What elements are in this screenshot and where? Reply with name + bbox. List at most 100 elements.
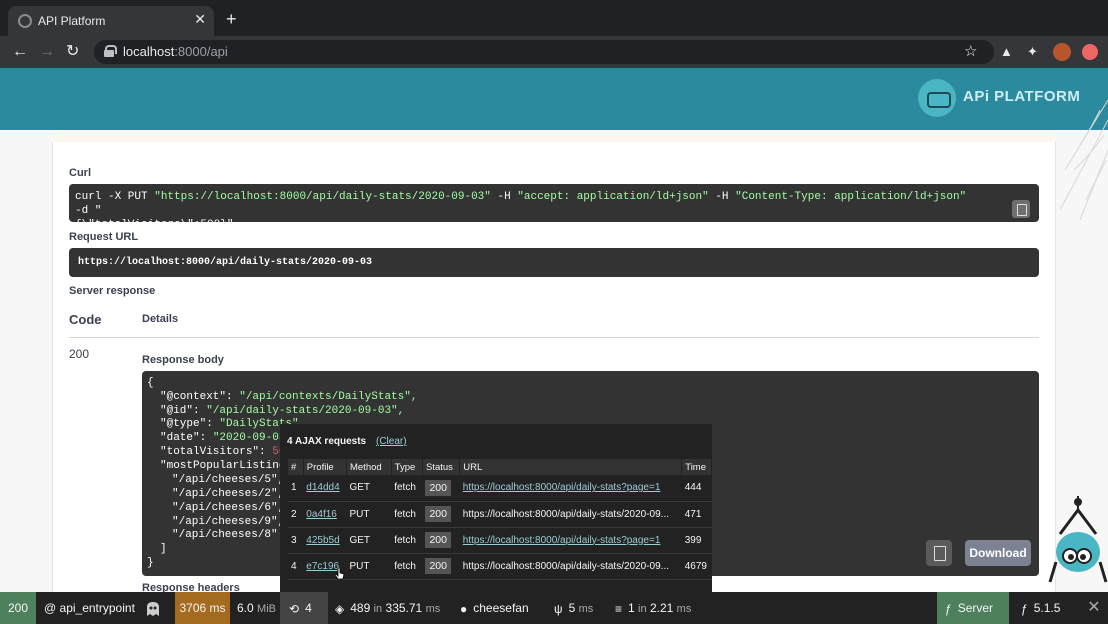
- bookmark-star-icon[interactable]: ☆: [964, 42, 977, 60]
- toolbar-server[interactable]: ƒ Server: [937, 592, 1009, 624]
- copy-response-icon[interactable]: [926, 540, 952, 566]
- toolbar-memory[interactable]: 6.0 MiB: [237, 592, 276, 624]
- status-badge: 200: [425, 479, 451, 496]
- row-method: PUT: [346, 501, 392, 528]
- profile-avatar-icon[interactable]: [1053, 43, 1071, 61]
- close-tab-icon[interactable]: ✕: [194, 11, 206, 28]
- ajax-table-header-row: # Profile Method Type Status URL Time: [288, 459, 712, 475]
- back-icon[interactable]: ←: [12, 42, 28, 62]
- ajax-request-row: 2 0a4f16 PUT fetch 200 https://localhost…: [288, 501, 712, 528]
- toolbar-database[interactable]: ◈ 489 in 335.71 ms: [335, 592, 440, 624]
- col-status: Status: [422, 459, 461, 475]
- json-array-item: "/api/cheeses/9",: [172, 516, 285, 528]
- col-profile: Profile: [303, 459, 347, 475]
- ajax-requests-table: # Profile Method Type Status URL Time 1 …: [288, 459, 712, 580]
- request-url-link[interactable]: https://localhost:8000/api/daily-stats?p…: [463, 482, 661, 493]
- ajax-request-row: 4 e7c196 PUT fetch 200 https://localhost…: [288, 553, 712, 580]
- toolbar-twig[interactable]: ψ5 ms: [554, 592, 593, 624]
- row-time: 4679: [681, 553, 712, 580]
- response-body-label: Response body: [142, 354, 224, 366]
- status-badge: 200: [425, 506, 451, 522]
- favicon-icon: [18, 14, 32, 28]
- request-url-text: https://localhost:8000/api/daily-stats/2…: [459, 553, 682, 580]
- user-icon: ●: [460, 601, 468, 616]
- download-button[interactable]: Download: [965, 540, 1031, 566]
- mouse-pointer-icon: [335, 568, 345, 580]
- col-url: URL: [459, 459, 683, 475]
- curl-command-box[interactable]: curl -X PUT "https://localhost:8000/api/…: [69, 184, 1039, 231]
- ghost-icon[interactable]: [146, 592, 162, 624]
- json-line-date: "date": "2020-09-03: [160, 432, 286, 444]
- row-number: 2: [288, 501, 304, 528]
- symfony-logo-icon: ƒ: [1021, 601, 1028, 616]
- row-type: fetch: [391, 553, 423, 580]
- address-url[interactable]: localhost:8000/api: [123, 44, 228, 59]
- ajax-request-row: 1 d14dd4 GET fetch 200 https://localhost…: [288, 475, 712, 502]
- row-type: fetch: [391, 527, 423, 554]
- request-url-label: Request URL: [69, 231, 139, 243]
- profile-link[interactable]: d14dd4: [306, 482, 339, 493]
- spider-mascot-icon: [1048, 496, 1108, 583]
- curl-label: Curl: [69, 167, 91, 179]
- row-time: 471: [681, 501, 712, 528]
- json-array-item: "/api/cheeses/6",: [172, 502, 285, 514]
- toolbar-status-code[interactable]: 200: [0, 592, 36, 624]
- toolbar-ajax[interactable]: ⟲ 4: [280, 592, 328, 624]
- forward-icon[interactable]: →: [39, 42, 55, 62]
- json-array-item: "/api/cheeses/2",: [172, 488, 285, 500]
- app-header: APi PLATFORM: [0, 68, 1108, 130]
- json-line-id: "@id": "/api/daily-stats/2020-09-03",: [160, 405, 405, 417]
- col-time: Time: [681, 459, 712, 475]
- spider-web-decoration: [1060, 100, 1108, 220]
- row-method: GET: [346, 527, 392, 554]
- toolbar-route[interactable]: @ api_entrypoint: [44, 592, 135, 624]
- response-status-code: 200: [69, 347, 90, 361]
- request-url-link[interactable]: https://localhost:8000/api/daily-stats?p…: [463, 535, 661, 546]
- profile-link[interactable]: 0a4f16: [306, 509, 337, 520]
- toolbar-close-icon[interactable]: ✕: [1080, 592, 1108, 624]
- extensions-puzzle-icon[interactable]: ✦: [1027, 44, 1038, 60]
- status-badge: 200: [425, 558, 451, 574]
- row-number: 1: [288, 475, 304, 502]
- ajax-panel-title: 4 AJAX requests: [287, 436, 367, 447]
- recording-extension-icon[interactable]: [1082, 44, 1098, 60]
- server-response-label: Server response: [69, 285, 156, 297]
- json-close: }: [147, 557, 154, 569]
- details-column-header: Details: [142, 313, 179, 325]
- browser-tab[interactable]: API Platform ✕: [8, 6, 214, 36]
- lock-icon: [104, 45, 117, 57]
- extension-flame-icon[interactable]: ▲: [1000, 44, 1013, 59]
- json-line-total-visitors: "totalVisitors": 50: [160, 446, 286, 458]
- col-type: Type: [391, 459, 423, 475]
- code-column-header: Code: [69, 312, 102, 327]
- col-number: #: [288, 459, 304, 475]
- reload-icon[interactable]: ↻: [66, 42, 79, 62]
- new-tab-icon[interactable]: +: [226, 10, 237, 28]
- browser-toolbar: ← → ↻ localhost:8000/api ☆ ▲ ✦: [0, 36, 1108, 68]
- row-time: 399: [681, 527, 712, 554]
- toolbar-user[interactable]: ● cheesefan: [460, 592, 529, 624]
- cache-stack-icon: ≡: [615, 601, 623, 616]
- symfony-debug-toolbar: 200 @ api_entrypoint 3706 ms 6.0 MiB ⟲ 4 …: [0, 592, 1108, 624]
- json-line-context: "@context": "/api/contexts/DailyStats",: [160, 391, 418, 403]
- symfony-logo-icon: ƒ: [945, 601, 952, 616]
- profile-link[interactable]: 425b5d: [306, 535, 339, 546]
- toolbar-symfony-version[interactable]: ƒ 5.1.5: [1017, 592, 1060, 624]
- ajax-requests-panel: 4 AJAX requests (Clear) # Profile Method…: [280, 424, 712, 592]
- status-badge: 200: [425, 532, 451, 548]
- row-time: 444: [681, 475, 712, 502]
- ajax-clear-link[interactable]: (Clear): [376, 436, 407, 447]
- twig-icon: ψ: [554, 601, 563, 616]
- row-number: 3: [288, 527, 304, 554]
- toolbar-request-time[interactable]: 3706 ms: [175, 592, 230, 624]
- row-number: 4: [288, 553, 304, 580]
- col-method: Method: [346, 459, 392, 475]
- row-type: fetch: [391, 475, 423, 502]
- address-bar[interactable]: localhost:8000/api ☆: [94, 40, 994, 64]
- header-divider: [69, 337, 1039, 338]
- tab-title: API Platform: [38, 14, 106, 28]
- copy-curl-icon[interactable]: [1012, 200, 1030, 218]
- json-array-item: "/api/cheeses/5",: [172, 474, 285, 486]
- toolbar-cache[interactable]: ≡ 1 in 2.21 ms: [615, 592, 691, 624]
- database-layers-icon: ◈: [335, 601, 345, 616]
